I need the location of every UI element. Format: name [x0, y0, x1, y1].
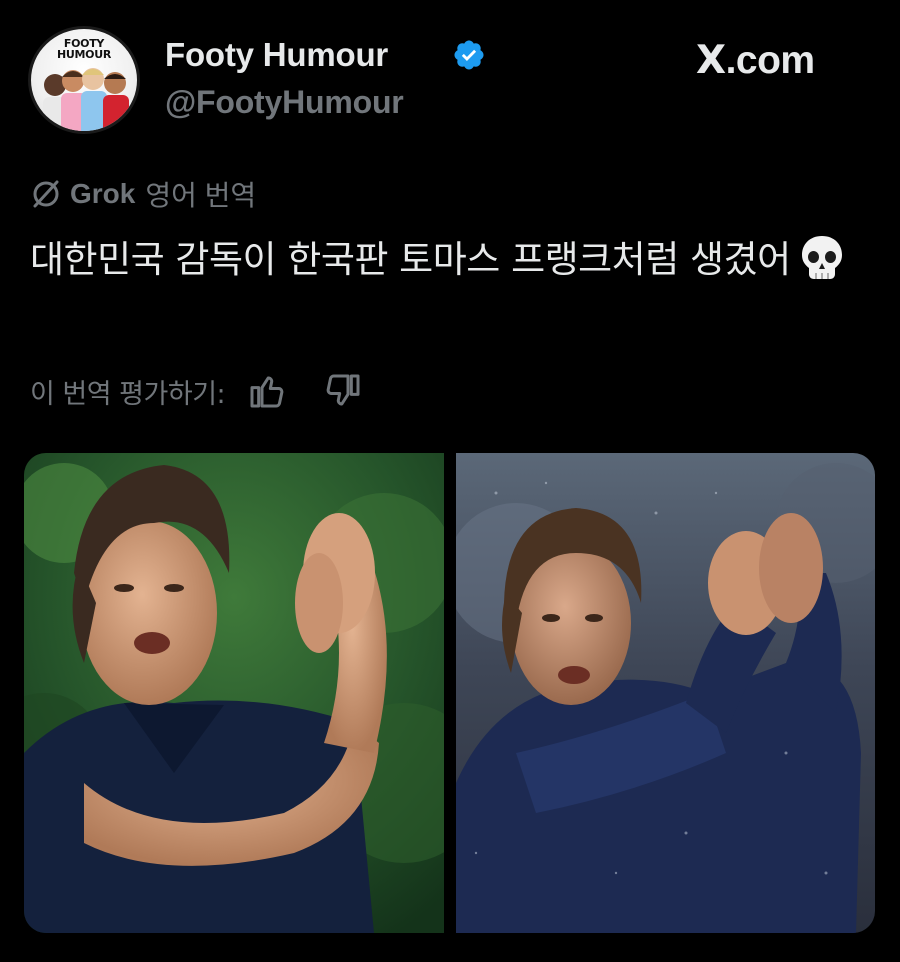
rate-translation-label: 이 번역 평가하기:	[30, 378, 226, 410]
photo-left[interactable]	[24, 453, 444, 933]
translation-provider-label: Grok	[70, 178, 136, 209]
thumbs-up-icon[interactable]	[247, 371, 287, 411]
translation-provider-row: Grok 영어 번역	[30, 176, 256, 212]
tweet-media-grid[interactable]	[24, 453, 875, 933]
rate-translation-row: 이 번역 평가하기:	[30, 370, 399, 412]
photo-left-image	[24, 453, 444, 933]
grok-icon	[33, 180, 59, 208]
thumbs-down-icon[interactable]	[323, 371, 363, 411]
translated-tweet-text: 대한민국 감독이 한국판 토마스 프랭크처럼 생겼어	[30, 231, 870, 288]
source-language-label: 영어 번역	[145, 180, 257, 211]
translated-text: 대한민국 감독이 한국판 토마스 프랭크처럼 생겼어	[30, 238, 791, 281]
avatar-cartoon-icon	[43, 68, 129, 131]
photo-right-image	[456, 453, 875, 933]
site-watermark: X.com	[696, 38, 815, 83]
site-domain-suffix: .com	[725, 39, 816, 82]
skull-emoji-icon	[801, 236, 842, 279]
photo-right[interactable]	[456, 453, 875, 933]
x-logo-icon: X	[696, 38, 726, 83]
author-display-name[interactable]: Footy Humour	[165, 36, 388, 74]
author-handle[interactable]: @FootyHumour	[165, 84, 404, 121]
verified-badge-icon	[454, 40, 484, 70]
author-avatar[interactable]: FOOTY HUMOUR	[28, 26, 140, 134]
